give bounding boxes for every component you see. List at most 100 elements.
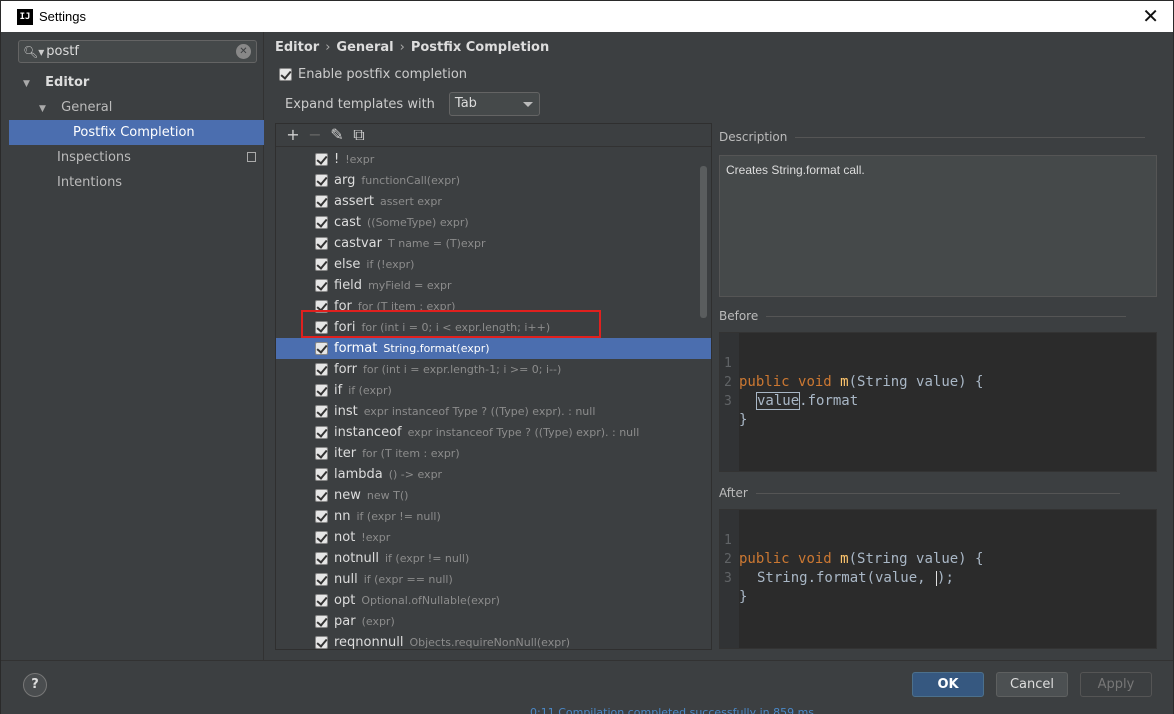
template-checkbox[interactable] bbox=[315, 489, 328, 502]
template-checkbox[interactable] bbox=[315, 573, 328, 586]
sidebar-item-label: Postfix Completion bbox=[73, 125, 195, 140]
template-example: for (T item : expr) bbox=[362, 447, 460, 460]
expand-arrow-icon[interactable]: ▼ bbox=[23, 72, 35, 97]
sidebar-item-label: Inspections bbox=[57, 150, 131, 165]
sidebar-item-intentions[interactable]: Intentions bbox=[9, 170, 264, 195]
template-example: if (expr == null) bbox=[363, 573, 453, 586]
template-example: expr instanceof Type ? ((Type) expr). : … bbox=[407, 426, 640, 439]
template-example: ((SomeType) expr) bbox=[366, 216, 469, 229]
template-checkbox[interactable] bbox=[315, 405, 328, 418]
template-row[interactable]: not !expr bbox=[276, 527, 711, 548]
template-key: forr bbox=[334, 362, 357, 377]
template-checkbox[interactable] bbox=[315, 237, 328, 250]
code-text: (String value) { bbox=[848, 374, 984, 390]
template-row[interactable]: inst expr instanceof Type ? ((Type) expr)… bbox=[276, 401, 711, 422]
template-checkbox[interactable] bbox=[315, 195, 328, 208]
template-example: Objects.requireNonNull(expr) bbox=[409, 636, 571, 649]
template-row[interactable]: opt Optional.ofNullable(expr) bbox=[276, 590, 711, 611]
template-checkbox[interactable] bbox=[315, 426, 328, 439]
template-row[interactable]: arg functionCall(expr) bbox=[276, 170, 711, 191]
settings-search[interactable]: 🔍︎▾ ✕ bbox=[18, 40, 257, 63]
help-button[interactable]: ? bbox=[23, 673, 47, 697]
template-checkbox[interactable] bbox=[315, 342, 328, 355]
scrollbar[interactable] bbox=[700, 166, 707, 318]
template-checkbox[interactable] bbox=[315, 552, 328, 565]
template-row[interactable]: cast ((SomeType) expr) bbox=[276, 212, 711, 233]
template-key: else bbox=[334, 257, 361, 272]
enable-postfix-label[interactable]: Enable postfix completion bbox=[298, 67, 467, 82]
clear-search-icon[interactable]: ✕ bbox=[236, 44, 251, 59]
template-row[interactable]: instanceof expr instanceof Type ? ((Type)… bbox=[276, 422, 711, 443]
template-checkbox[interactable] bbox=[315, 258, 328, 271]
template-checkbox[interactable] bbox=[315, 216, 328, 229]
template-checkbox[interactable] bbox=[315, 153, 328, 166]
template-row[interactable]: iter for (T item : expr) bbox=[276, 443, 711, 464]
code-keyword: void bbox=[798, 374, 832, 390]
expand-key-value: Tab bbox=[454, 96, 477, 111]
template-checkbox[interactable] bbox=[315, 447, 328, 460]
expand-arrow-icon[interactable]: ▼ bbox=[39, 97, 51, 122]
enable-postfix-checkbox[interactable] bbox=[279, 68, 292, 81]
template-checkbox[interactable] bbox=[315, 531, 328, 544]
search-input[interactable] bbox=[46, 44, 227, 59]
window-title: Settings bbox=[39, 9, 86, 24]
code-line: 2 String.format(value, ); bbox=[720, 531, 954, 586]
template-checkbox[interactable] bbox=[315, 384, 328, 397]
template-row[interactable]: notnull if (expr != null) bbox=[276, 548, 711, 569]
template-key: format bbox=[334, 341, 378, 356]
remove-icon[interactable]: − bbox=[304, 125, 326, 145]
apply-button[interactable]: Apply bbox=[1080, 672, 1152, 697]
template-row[interactable]: castvar T name = (T)expr bbox=[276, 233, 711, 254]
template-checkbox[interactable] bbox=[315, 363, 328, 376]
template-checkbox[interactable] bbox=[315, 636, 328, 649]
background-status-text: 0:11 Compilation completed successfully … bbox=[530, 706, 815, 714]
sidebar-item-general[interactable]: ▼ General bbox=[9, 95, 264, 120]
template-row[interactable]: reqnonnull Objects.requireNonNull(expr) bbox=[276, 632, 711, 649]
template-row[interactable]: lambda () -> expr bbox=[276, 464, 711, 485]
template-checkbox[interactable] bbox=[315, 279, 328, 292]
template-checkbox[interactable] bbox=[315, 510, 328, 523]
template-row[interactable]: ! !expr bbox=[276, 149, 711, 170]
sidebar-item-editor[interactable]: ▼ Editor bbox=[9, 70, 264, 95]
template-example: if (expr) bbox=[348, 384, 392, 397]
copy-icon[interactable]: ⧉ bbox=[348, 125, 370, 145]
template-example: !expr bbox=[345, 153, 375, 166]
templates-list: ! !expr arg functionCall(expr) assert assert … bbox=[276, 149, 711, 649]
template-row[interactable]: assert assert expr bbox=[276, 191, 711, 212]
edit-icon[interactable]: ✎ bbox=[326, 125, 348, 145]
template-row[interactable]: if if (expr) bbox=[276, 380, 711, 401]
template-checkbox[interactable] bbox=[315, 615, 328, 628]
settings-content: Editor › General › Postfix Completion Enable… bbox=[265, 32, 1167, 660]
breadcrumb: Editor › General › Postfix Completion bbox=[275, 40, 549, 55]
template-row[interactable]: format String.format(expr) bbox=[276, 338, 711, 359]
separator bbox=[755, 492, 1120, 494]
template-key: nn bbox=[334, 509, 351, 524]
add-icon[interactable]: + bbox=[282, 125, 304, 145]
template-row[interactable]: null if (expr == null) bbox=[276, 569, 711, 590]
template-row[interactable]: par (expr) bbox=[276, 611, 711, 632]
template-checkbox[interactable] bbox=[315, 174, 328, 187]
template-checkbox[interactable] bbox=[315, 468, 328, 481]
template-checkbox[interactable] bbox=[315, 594, 328, 607]
sidebar-item-inspections[interactable]: Inspections bbox=[9, 145, 264, 170]
cancel-button[interactable]: Cancel bbox=[996, 672, 1068, 697]
close-icon[interactable]: ✕ bbox=[1142, 5, 1159, 27]
description-title: Description bbox=[719, 130, 788, 144]
template-row[interactable]: else if (!expr) bbox=[276, 254, 711, 275]
templates-toolbar: + − ✎ ⧉ bbox=[276, 124, 711, 147]
template-row[interactable]: new new T() bbox=[276, 485, 711, 506]
before-section: Before bbox=[719, 309, 1127, 323]
template-example: expr instanceof Type ? ((Type) expr). : … bbox=[363, 405, 596, 418]
expand-key-select[interactable]: Tab bbox=[448, 92, 540, 116]
code-text: } bbox=[739, 589, 748, 605]
project-scope-icon bbox=[247, 152, 256, 162]
template-row[interactable]: field myField = expr bbox=[276, 275, 711, 296]
template-key: new bbox=[334, 488, 361, 503]
template-key: field bbox=[334, 278, 363, 293]
template-row[interactable]: nn if (expr != null) bbox=[276, 506, 711, 527]
template-row[interactable]: forr for (int i = expr.length-1; i >= 0; … bbox=[276, 359, 711, 380]
template-key: iter bbox=[334, 446, 357, 461]
code-text: (String value) { bbox=[848, 551, 984, 567]
ok-button[interactable]: OK bbox=[912, 672, 984, 697]
sidebar-item-postfix-completion[interactable]: Postfix Completion bbox=[9, 120, 264, 145]
